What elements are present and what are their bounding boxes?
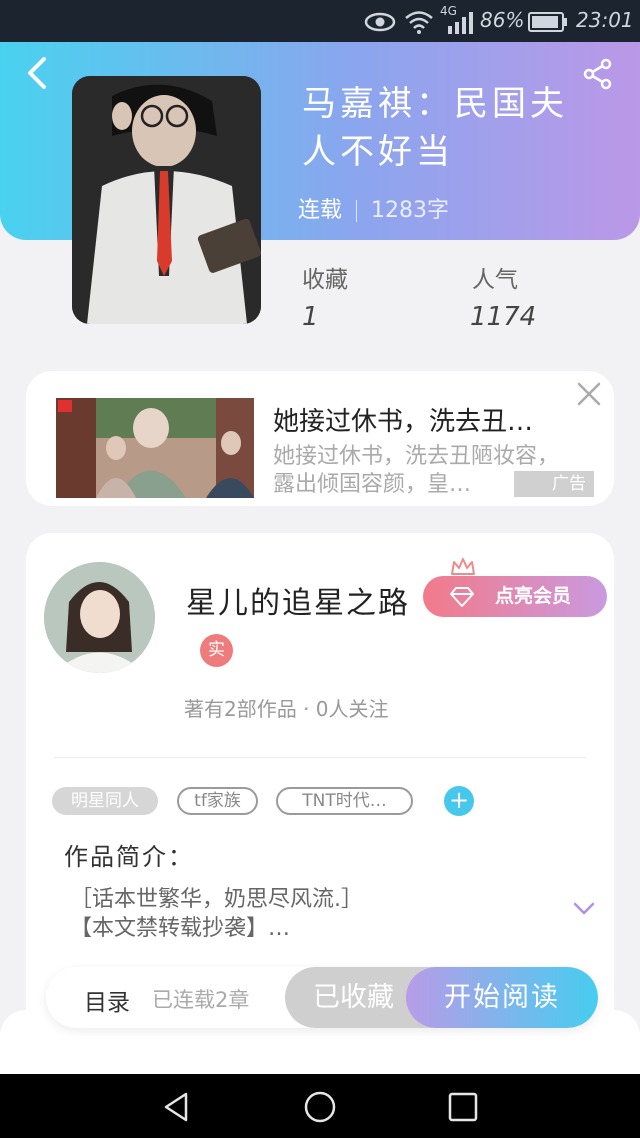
wifi-icon [405, 11, 433, 34]
tag-item[interactable]: TNT时代… [276, 787, 413, 815]
nav-home-icon[interactable] [303, 1090, 337, 1124]
signal-icon [448, 12, 473, 34]
system-nav-bar [0, 1074, 640, 1138]
ad-image[interactable] [56, 398, 254, 498]
eye-icon [364, 12, 396, 32]
book-title: 马嘉祺：民国夫人不好当 [302, 84, 568, 172]
clock: 23:01 [576, 8, 634, 32]
ad-badge: 广告 [514, 471, 594, 497]
book-meta: 连载 1283字 [298, 192, 449, 224]
nav-back-icon[interactable] [160, 1090, 194, 1124]
back-icon[interactable] [22, 55, 52, 91]
word-count: 1283字 [371, 198, 450, 223]
ad-title[interactable]: 她接过休书，洗去丑… [273, 401, 583, 438]
popularity-count: 1174 [470, 302, 537, 332]
popularity-label: 人气 [472, 267, 518, 293]
crown-icon [451, 558, 475, 575]
intro-text: ［话本世繁华，奶思尽风流.］ 【本文禁转载抄袭】… [70, 887, 363, 941]
ad-card[interactable]: 她接过休书，洗去丑… 她接过休书，洗去丑陋妆容，露出倾国容颜，皇… 广告 [26, 371, 614, 506]
action-bar: 目录 已连载2章 已收藏 开始阅读 [46, 967, 598, 1028]
intro-label: 作品简介： [64, 843, 194, 871]
battery-percent: 86% [480, 8, 525, 32]
battery-icon [528, 12, 567, 32]
chevron-down-icon[interactable] [573, 901, 595, 917]
activate-vip-button[interactable]: 点亮会员 [423, 576, 607, 617]
vip-button-label: 点亮会员 [495, 585, 572, 607]
author-stats: 著有2部作品 · 0人关注 [184, 697, 389, 721]
nav-recents-icon[interactable] [446, 1090, 480, 1124]
divider [54, 757, 586, 758]
book-cover-image[interactable] [72, 76, 261, 324]
status-bar: 4G 86% 23:01 [0, 0, 640, 42]
author-name[interactable]: 星儿的追星之路 [186, 578, 410, 622]
tag-item[interactable]: tf家族 [177, 787, 258, 815]
serial-status: 连载 [298, 198, 343, 223]
tag-item[interactable]: 明星同人 [52, 787, 158, 815]
favorites-count: 1 [302, 302, 319, 332]
close-icon[interactable] [574, 379, 604, 409]
favorites-label: 收藏 [302, 267, 348, 293]
toc-button[interactable]: 目录 [84, 983, 130, 1017]
diamond-icon [450, 587, 474, 607]
verified-badge: 实 [200, 634, 233, 667]
avatar[interactable] [44, 562, 155, 673]
start-reading-button[interactable]: 开始阅读 [406, 967, 598, 1028]
toc-status[interactable]: 已连载2章 [152, 984, 249, 1014]
add-tag-button[interactable]: + [444, 786, 474, 816]
